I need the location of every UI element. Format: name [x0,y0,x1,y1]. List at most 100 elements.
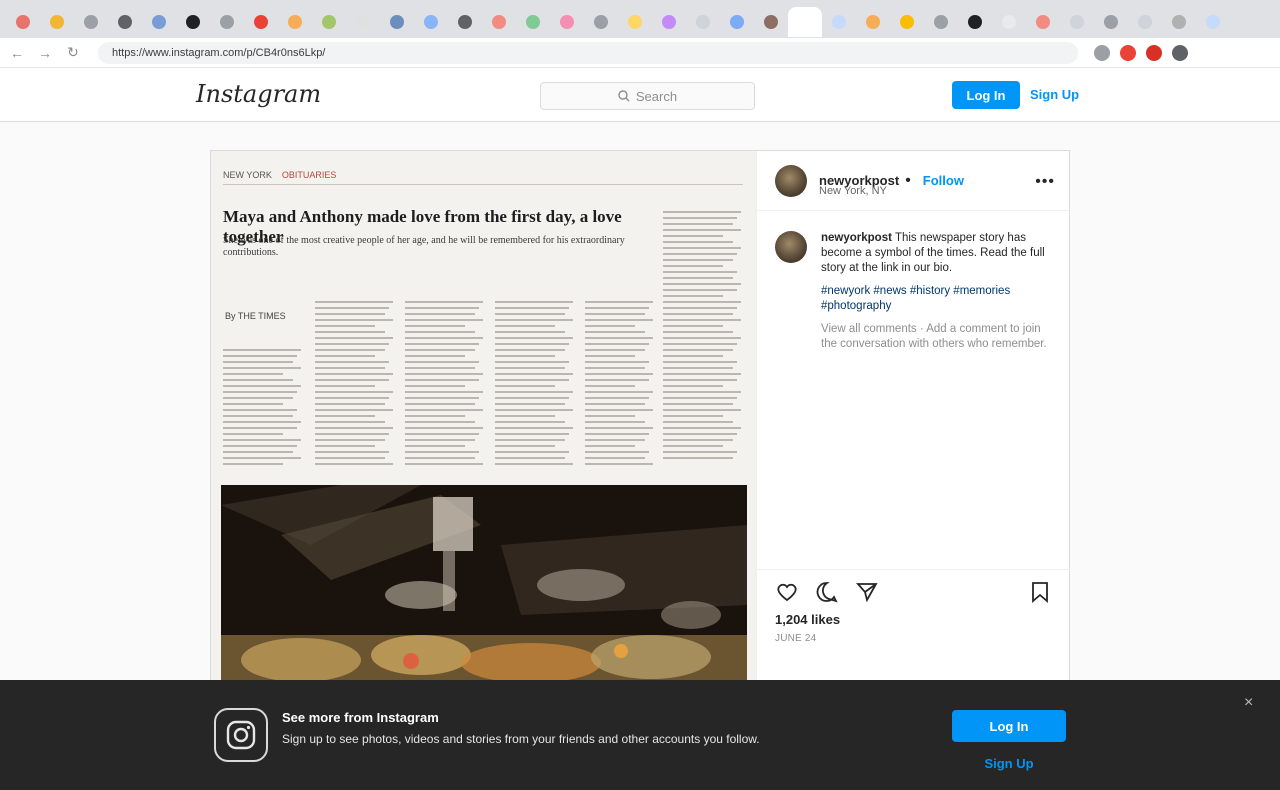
browser-tab[interactable] [958,7,992,37]
tab-favicon-icon [118,15,132,29]
browser-tab[interactable] [754,7,788,37]
reload-icon[interactable]: ↻ [62,42,84,64]
newspaper-text-line [315,391,393,393]
comment-icon[interactable] [815,580,839,604]
browser-tab[interactable] [108,7,142,37]
avatar[interactable] [775,164,807,197]
extension-icon[interactable] [1146,44,1162,61]
back-icon[interactable]: ← [6,42,28,64]
caption-avatar[interactable] [775,231,807,263]
tab-favicon-icon [152,15,166,29]
browser-tab[interactable] [686,7,720,37]
newspaper-text-line [405,457,475,459]
caption-username[interactable]: newyorkpost [821,232,892,244]
heart-icon[interactable] [775,580,799,604]
newspaper-text-line [663,211,741,213]
extension-icon[interactable] [1120,44,1136,61]
browser-tab[interactable] [6,7,40,37]
browser-tab[interactable] [1162,7,1196,37]
browser-tab[interactable] [380,7,414,37]
browser-tab[interactable] [1026,7,1060,37]
tab-favicon-icon [594,15,608,29]
instagram-wordmark[interactable]: Instagram [196,80,321,108]
caption-hashtags[interactable]: #newyork #news #history #memories #photo… [821,284,1053,314]
search-input[interactable]: Search [540,82,755,110]
tab-favicon-icon [934,15,948,29]
extension-icon[interactable] [1094,44,1110,61]
browser-tab[interactable] [346,7,380,37]
newspaper-text-line [663,367,733,369]
browser-tab[interactable] [278,7,312,37]
browser-tab[interactable] [720,7,754,37]
browser-tab[interactable] [210,7,244,37]
browser-tab[interactable] [40,7,74,37]
tab-favicon-icon [1138,15,1152,29]
browser-tab[interactable] [448,7,482,37]
browser-tab[interactable] [652,7,686,37]
browser-tab[interactable] [822,7,856,37]
newspaper-text-line [663,421,733,423]
browser-tab[interactable] [482,7,516,37]
newspaper-text-line [315,427,393,429]
banner-signup-link[interactable]: Sign Up [952,756,1066,771]
browser-tab[interactable] [516,7,550,37]
post-image[interactable]: NEW YORK OBITUARIES Maya and Anthony mad… [211,151,756,689]
browser-tab[interactable] [1128,7,1162,37]
forward-icon[interactable]: → [34,42,56,64]
newspaper-text-line [223,361,293,363]
browser-tab[interactable] [856,7,890,37]
newspaper-text-line [315,307,389,309]
tab-favicon-icon [526,15,540,29]
newspaper-text-line [405,427,483,429]
address-bar[interactable]: https://www.instagram.com/p/CB4r0ns6Lkp/ [98,41,1078,64]
newspaper-text-line [495,391,573,393]
browser-tab[interactable] [244,7,278,37]
browser-tab[interactable] [788,7,822,37]
newspaper-text-line [315,397,389,399]
browser-tab-strip [0,0,1280,38]
newspaper-text-line [405,325,465,327]
newspaper-text-line [405,439,475,441]
share-icon[interactable] [855,580,879,604]
newspaper-text-line [223,373,283,375]
extension-icon[interactable] [1172,44,1188,61]
newspaper-text-line [405,301,483,303]
browser-tab[interactable] [890,7,924,37]
signup-link[interactable]: Sign Up [1030,81,1079,109]
browser-tab[interactable] [924,7,958,37]
browser-tab[interactable] [176,7,210,37]
close-icon[interactable]: × [1244,694,1253,712]
login-button[interactable]: Log In [952,81,1020,109]
newspaper-column [495,301,575,469]
browser-tab[interactable] [142,7,176,37]
newspaper-text-line [405,433,479,435]
post-location[interactable]: New York, NY [819,185,887,197]
browser-tab[interactable] [618,7,652,37]
browser-tab[interactable] [584,7,618,37]
newspaper-text-line [223,451,293,453]
banner-login-button[interactable]: Log In [952,710,1066,742]
tab-favicon-icon [220,15,234,29]
browser-tab[interactable] [74,7,108,37]
browser-tab[interactable] [992,7,1026,37]
bookmark-icon[interactable] [1028,580,1052,604]
more-options-icon[interactable]: ••• [1035,173,1055,191]
newspaper-text-line [315,409,393,411]
newspaper-text-line [223,421,301,423]
post-actions: 1,204 likes JUNE 24 [757,569,1070,689]
newspaper-photo [221,485,747,689]
browser-tab[interactable] [1060,7,1094,37]
browser-tab[interactable] [312,7,346,37]
tab-favicon-icon [1002,15,1016,29]
follow-button[interactable]: Follow [923,173,964,188]
newspaper-text-line [585,301,653,303]
likes-count[interactable]: 1,204 likes [757,604,1070,627]
extension-icons [1094,44,1188,61]
newspaper-section-accent: OBITUARIES [281,169,337,180]
browser-tab[interactable] [550,7,584,37]
newspaper-text-line [315,421,385,423]
browser-tab[interactable] [1094,7,1128,37]
browser-tab[interactable] [1196,7,1230,37]
browser-tab[interactable] [414,7,448,37]
tab-favicon-icon [696,15,710,29]
